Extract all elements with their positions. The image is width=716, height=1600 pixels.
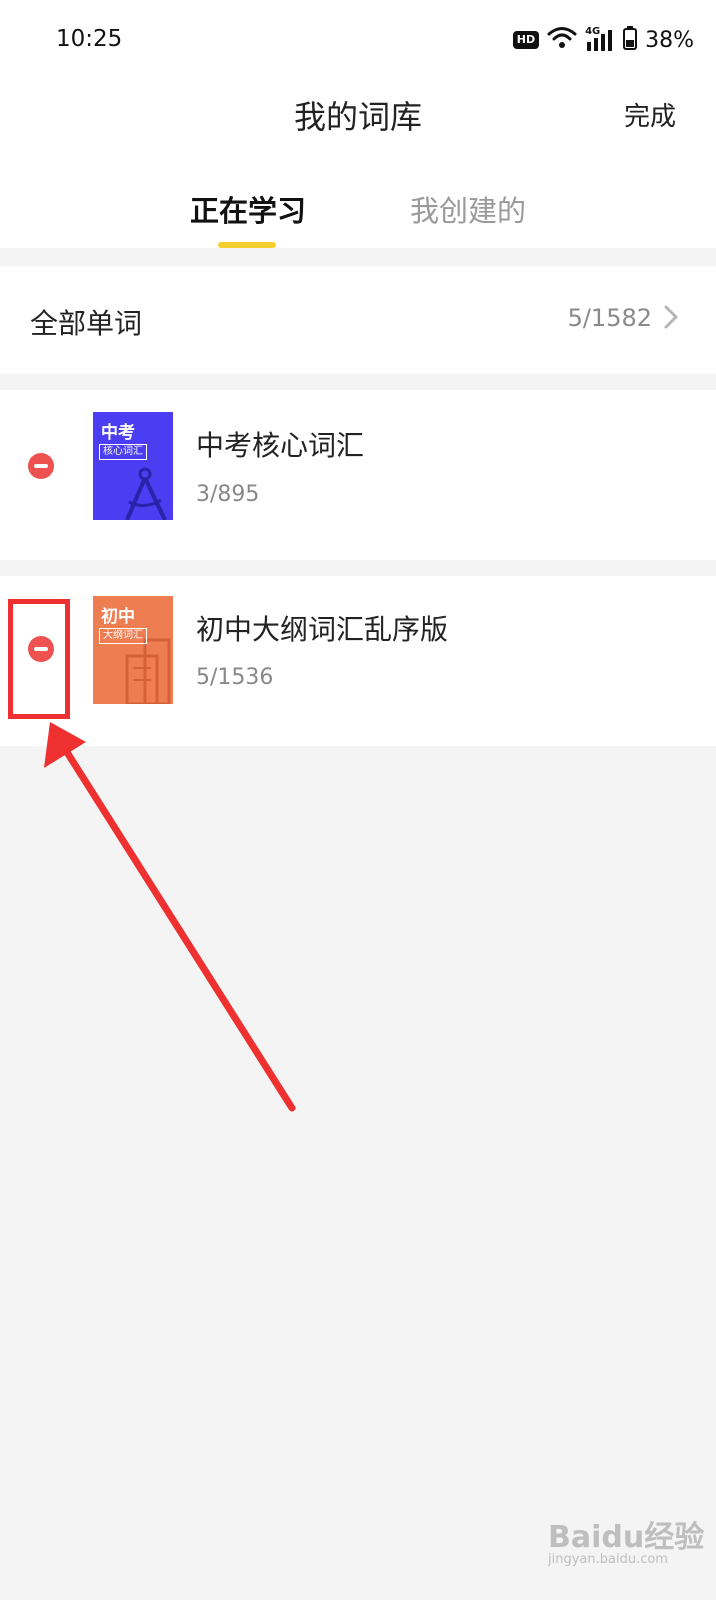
remove-book-button[interactable] bbox=[28, 453, 54, 479]
book-progress: 5/1536 bbox=[196, 665, 274, 690]
chevron-right-icon bbox=[660, 302, 682, 332]
status-time: 10:25 bbox=[56, 26, 123, 52]
status-icons: HD 4G 38% bbox=[512, 24, 694, 56]
book-cover: 中考 核心词汇 bbox=[93, 412, 173, 520]
battery-percentage: 38% bbox=[645, 27, 694, 53]
book-cover: 初中 大纲词汇 bbox=[93, 596, 173, 704]
wifi-icon bbox=[547, 26, 577, 54]
active-tab-indicator bbox=[218, 242, 276, 248]
done-button[interactable]: 完成 bbox=[624, 96, 676, 133]
cover-subtitle: 大纲词汇 bbox=[99, 628, 147, 644]
signal-icon: 4G bbox=[585, 26, 615, 52]
book-progress: 3/895 bbox=[196, 482, 260, 507]
book-name: 初中大纲词汇乱序版 bbox=[196, 613, 449, 646]
all-words-label: 全部单词 bbox=[30, 307, 143, 340]
tab-studying[interactable]: 正在学习 bbox=[190, 188, 306, 230]
tab-created[interactable]: 我创建的 bbox=[410, 188, 526, 230]
cover-title: 中考 bbox=[101, 423, 135, 443]
all-words-count: 5/1582 bbox=[567, 304, 652, 332]
watermark-logo: Baidu经验 bbox=[548, 1520, 705, 1555]
hd-icon: HD bbox=[512, 31, 540, 49]
annotation-highlight-box bbox=[8, 599, 70, 719]
book-name: 中考核心词汇 bbox=[196, 429, 365, 462]
page-title: 我的词库 bbox=[293, 98, 422, 136]
watermark-url: jingyan.baidu.com bbox=[548, 1552, 668, 1567]
battery-icon bbox=[623, 26, 638, 54]
cover-subtitle: 核心词汇 bbox=[99, 444, 147, 460]
cover-title: 初中 bbox=[101, 607, 135, 627]
